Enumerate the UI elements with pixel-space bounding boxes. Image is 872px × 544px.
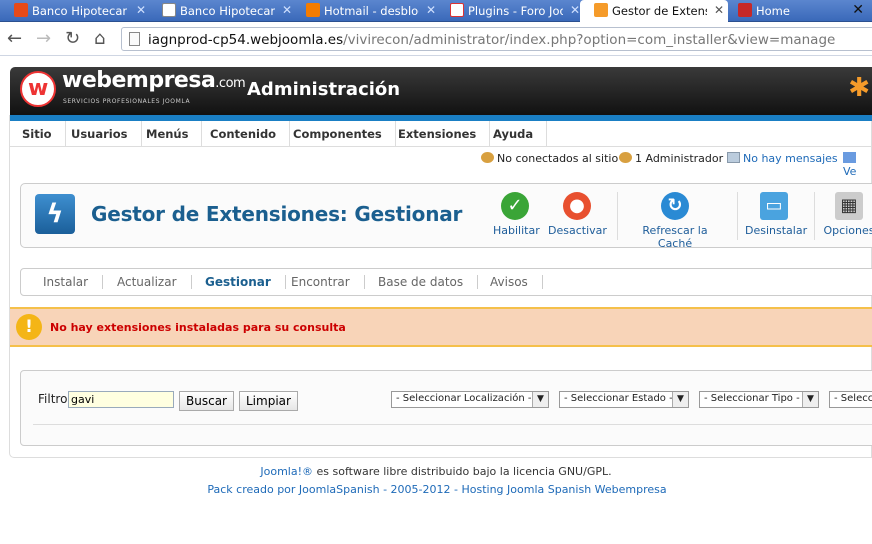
menu-contenido[interactable]: Contenido xyxy=(198,121,291,147)
search-button[interactable]: Buscar xyxy=(179,391,234,411)
tab-instalar[interactable]: Instalar xyxy=(43,275,104,289)
trash-icon: ▭ xyxy=(760,192,788,220)
bank-icon xyxy=(14,3,28,17)
webempresa-icon xyxy=(450,3,464,17)
page-icon xyxy=(129,32,140,46)
joomla-link[interactable]: Joomla!® xyxy=(260,465,313,478)
browser-tab[interactable]: Hotmail - desbloq ✕ xyxy=(292,0,440,22)
close-icon[interactable]: ✕ xyxy=(570,3,580,17)
extension-manager-icon: ϟ xyxy=(35,194,75,234)
chevron-down-icon: ▼ xyxy=(672,392,688,407)
status-view[interactable]: Ve xyxy=(843,152,872,178)
header-title: Administración xyxy=(247,79,401,100)
page-title: Gestor de Extensiones: Gestionar xyxy=(91,202,463,226)
menu-usuarios[interactable]: Usuarios xyxy=(59,121,142,147)
window-close-icon[interactable]: ✕ xyxy=(852,2,864,18)
footer-credits-link[interactable]: Pack creado por JoomlaSpanish - 2005-201… xyxy=(207,483,666,496)
tab-gestionar[interactable]: Gestionar xyxy=(205,275,286,289)
monitor-icon xyxy=(843,152,856,163)
browser-tab[interactable]: Home xyxy=(724,0,864,22)
disable-button[interactable]: ● Desactivar xyxy=(548,192,607,237)
reload-icon[interactable]: ↻ xyxy=(65,28,80,49)
menu-componentes[interactable]: Componentes xyxy=(281,121,396,147)
toolbar-box: ϟ Gestor de Extensiones: Gestionar ✓ Hab… xyxy=(20,183,872,250)
footer-credits: Pack creado por JoomlaSpanish - 2005-201… xyxy=(0,483,872,496)
admin-icon xyxy=(619,152,632,163)
address-bar[interactable]: iagnprod-cp54.webjoomla.es/vivirecon/adm… xyxy=(121,27,872,51)
forward-icon[interactable]: → xyxy=(36,28,51,49)
menu-ayuda[interactable]: Ayuda xyxy=(481,121,548,147)
users-icon xyxy=(481,152,494,163)
webempresa-logo-icon: w xyxy=(20,71,56,107)
home-icon[interactable]: ⌂ xyxy=(94,28,105,49)
footer-license: Joomla!® es software libre distribuido b… xyxy=(260,465,612,478)
status-offline: No conectados al sitio xyxy=(481,152,618,165)
browser-tab-active[interactable]: Gestor de Extensio ✕ xyxy=(580,0,728,22)
joomla-icon xyxy=(594,3,608,17)
stop-icon: ● xyxy=(563,192,591,220)
uninstall-button[interactable]: ▭ Desinstalar xyxy=(745,192,807,237)
main-menu: Sitio Usuarios Menús Contenido Component… xyxy=(10,121,872,147)
filter-input[interactable] xyxy=(68,391,174,408)
browser-toolbar: ← → ↻ ⌂ iagnprod-cp54.webjoomla.es/vivir… xyxy=(0,22,872,56)
logo-text: webempresa.com xyxy=(62,68,246,93)
menu-sitio[interactable]: Sitio xyxy=(10,121,66,147)
clear-button[interactable]: Limpiar xyxy=(239,391,298,411)
tab-base-de-datos[interactable]: Base de datos xyxy=(378,275,479,289)
close-icon[interactable]: ✕ xyxy=(714,3,724,17)
chevron-down-icon: ▼ xyxy=(532,392,548,407)
browser-tab[interactable]: Banco Hipotecario ✕ xyxy=(0,0,150,22)
filter-label: Filtro: xyxy=(38,392,72,406)
warning-icon: ! xyxy=(16,314,42,340)
status-admins: 1 Administrador xyxy=(619,152,723,165)
check-icon: ✓ xyxy=(501,192,529,220)
warning-text: No hay extensiones instaladas para su co… xyxy=(50,321,346,334)
page-icon xyxy=(162,3,176,17)
logo-subtitle: SERVICIOS PROFESIONALES JOOMLA xyxy=(63,98,191,105)
extra-select[interactable]: - Selecc xyxy=(829,391,872,408)
browser-tab[interactable]: Plugins - Foro Joom ✕ xyxy=(436,0,584,22)
close-icon[interactable]: ✕ xyxy=(426,3,436,17)
joomla-logo-icon: ✱ xyxy=(848,73,870,103)
type-select[interactable]: - Seleccionar Tipo - ▼ xyxy=(699,391,819,408)
options-button[interactable]: ▦ Opciones xyxy=(823,192,872,237)
close-icon[interactable]: ✕ xyxy=(282,3,292,17)
enable-button[interactable]: ✓ Habilitar xyxy=(493,192,540,237)
browser-tab-bar: Banco Hipotecario ✕ Banco Hipotecario ✕ … xyxy=(0,0,872,22)
filter-box: Filtro: Buscar Limpiar - Seleccionar Loc… xyxy=(20,370,872,446)
tab-avisos[interactable]: Avisos xyxy=(490,275,543,289)
refresh-icon: ↻ xyxy=(661,192,689,220)
tab-actualizar[interactable]: Actualizar xyxy=(117,275,192,289)
admin-header: w webempresa.com SERVICIOS PROFESIONALES… xyxy=(10,67,872,121)
jp-icon xyxy=(738,3,752,17)
menu-extensiones[interactable]: Extensiones xyxy=(386,121,491,147)
options-icon: ▦ xyxy=(835,192,863,220)
hotmail-icon xyxy=(306,3,320,17)
chevron-down-icon: ▼ xyxy=(802,392,818,407)
menu-menus[interactable]: Menús xyxy=(134,121,203,147)
mail-icon xyxy=(727,152,740,163)
refresh-cache-button[interactable]: ↻ Refrescar la Caché xyxy=(625,192,725,250)
warning-message: ! No hay extensiones instaladas para su … xyxy=(10,307,872,347)
back-icon[interactable]: ← xyxy=(7,28,22,49)
location-select[interactable]: - Seleccionar Localización - ▼ xyxy=(391,391,549,408)
submenu-tabs: Instalar Actualizar Gestionar Encontrar … xyxy=(20,268,872,296)
status-messages[interactable]: No hay mensajes xyxy=(727,152,838,165)
state-select[interactable]: - Seleccionar Estado - ▼ xyxy=(559,391,689,408)
tab-encontrar[interactable]: Encontrar xyxy=(291,275,365,289)
browser-tab[interactable]: Banco Hipotecario ✕ xyxy=(148,0,296,22)
close-icon[interactable]: ✕ xyxy=(136,3,146,17)
